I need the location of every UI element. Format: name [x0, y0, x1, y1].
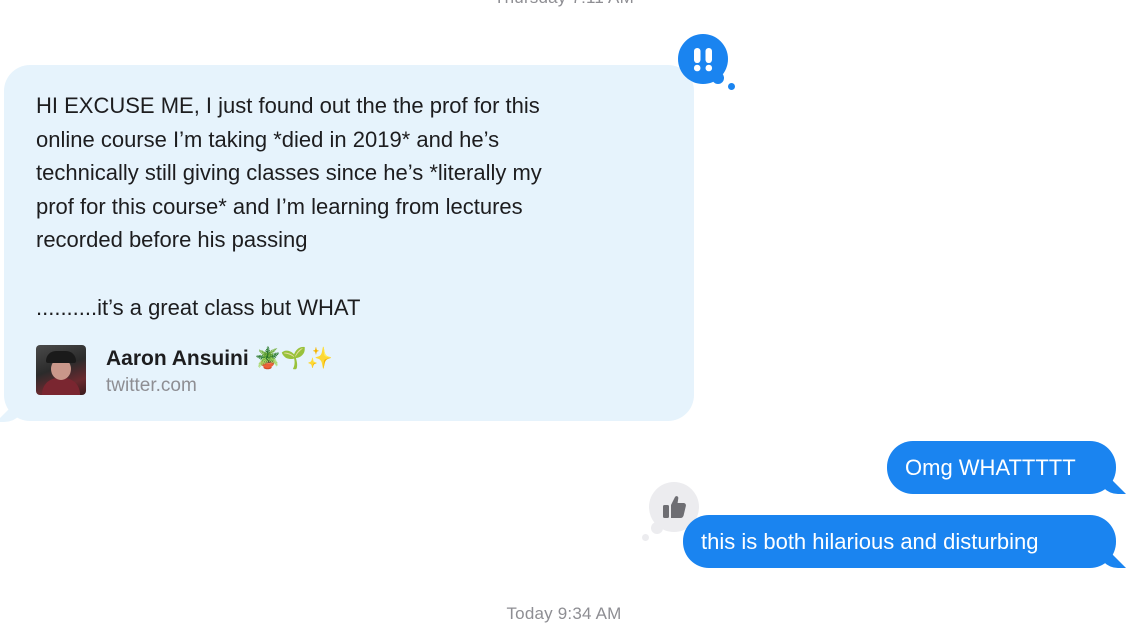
timestamp-bottom: Today 9:34 AM	[506, 604, 622, 623]
outgoing-message-text: Omg WHATTTTT	[905, 454, 1076, 480]
tapback-dot	[728, 83, 735, 90]
tapback-dot	[642, 534, 649, 541]
thumbs-up-glyph	[663, 496, 686, 518]
timestamp-top: Thursday 7:11 AM	[0, 0, 1128, 8]
link-preview-title: Aaron Ansuini 🪴🌱✨	[106, 347, 334, 370]
incoming-message-text: HI EXCUSE ME, I just found out the the p…	[36, 93, 542, 320]
link-preview-thumbnail	[36, 345, 86, 395]
link-preview[interactable]: Aaron Ansuini 🪴🌱✨ twitter.com	[36, 345, 456, 396]
double-exclamation-glyph	[693, 48, 713, 72]
outgoing-message-bubble[interactable]: this is both hilarious and disturbing	[683, 515, 1116, 568]
incoming-message-bubble[interactable]: HI EXCUSE ME, I just found out the the p…	[4, 65, 694, 421]
outgoing-message-text: this is both hilarious and disturbing	[701, 528, 1039, 554]
exclamation-tapback-icon[interactable]	[678, 34, 728, 84]
link-preview-domain: twitter.com	[106, 375, 197, 396]
outgoing-message-bubble[interactable]: Omg WHATTTTT	[887, 441, 1116, 494]
